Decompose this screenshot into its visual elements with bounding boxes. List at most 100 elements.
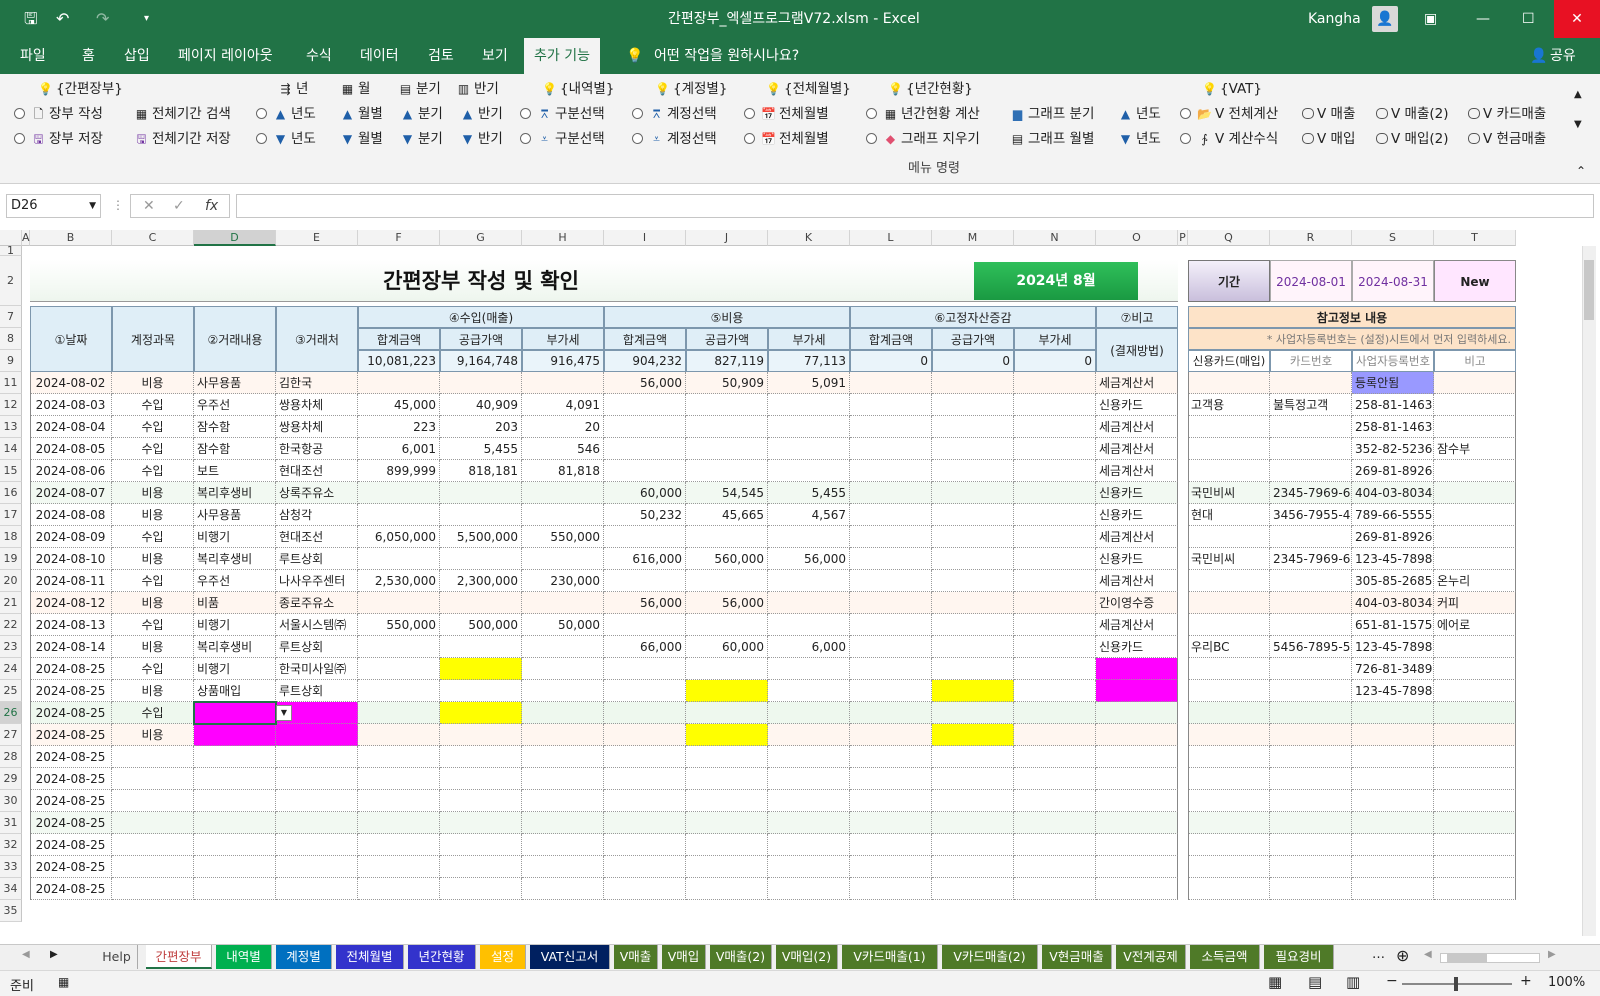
sheet-cell[interactable]: [1188, 746, 1270, 768]
sheet-cell[interactable]: [768, 614, 850, 636]
sheet-cell[interactable]: 2024-08-25: [30, 768, 112, 790]
sheet-cell[interactable]: 세금계산서: [1096, 526, 1178, 548]
sheet-cell[interactable]: [440, 856, 522, 878]
sheet-cell[interactable]: 신용카드: [1096, 548, 1178, 570]
zoom-in-icon[interactable]: +: [1520, 973, 1532, 989]
sheet-cell[interactable]: 5,500,000: [440, 526, 522, 548]
sheet-cell[interactable]: [1096, 702, 1178, 724]
sheet-cell[interactable]: [522, 504, 604, 526]
sheet-cell[interactable]: 2024-08-08: [30, 504, 112, 526]
sheet-cell[interactable]: 2345-7969-666: [1270, 482, 1352, 504]
sheet-cell[interactable]: 2024-08-25: [30, 834, 112, 856]
sheet-cell[interactable]: 세금계산서: [1096, 460, 1178, 482]
sheet-cell[interactable]: [1270, 834, 1352, 856]
sheet-cell[interactable]: [686, 680, 768, 702]
sheet-cell[interactable]: 비용: [112, 548, 194, 570]
sheet-cell[interactable]: [932, 372, 1014, 394]
sheet-cell[interactable]: [358, 790, 440, 812]
ribbon-display-icon[interactable]: ▣: [1424, 0, 1437, 38]
sheet-cell[interactable]: [522, 878, 604, 900]
cell-dropdown-button[interactable]: ▼: [276, 705, 292, 721]
row-header[interactable]: 32: [0, 834, 22, 856]
sheet-cell[interactable]: [932, 724, 1014, 746]
sheet-cell[interactable]: [932, 460, 1014, 482]
sheet-cell[interactable]: [686, 724, 768, 746]
sheet-cell[interactable]: [194, 812, 276, 834]
sheet-cell[interactable]: [1434, 702, 1516, 724]
sheet-cell[interactable]: 2,530,000: [358, 570, 440, 592]
sheet-cell[interactable]: [1270, 790, 1352, 812]
sheet-cell[interactable]: [194, 790, 276, 812]
sheet-cell[interactable]: [358, 768, 440, 790]
sheet-tab[interactable]: Help: [96, 945, 138, 969]
sheet-cell[interactable]: [604, 394, 686, 416]
column-header[interactable]: N: [1014, 230, 1096, 246]
sheet-cell[interactable]: [1352, 790, 1434, 812]
sheet-cell[interactable]: [932, 548, 1014, 570]
sheet-cell[interactable]: [522, 768, 604, 790]
sheet-cell[interactable]: [522, 592, 604, 614]
maximize-icon[interactable]: ☐: [1522, 0, 1535, 38]
radio[interactable]: [520, 108, 531, 119]
sheet-cell[interactable]: 현대: [1188, 504, 1270, 526]
sheet-cell[interactable]: 2024-08-25: [30, 658, 112, 680]
category-select-down-button[interactable]: ⩡ 구분선택: [520, 128, 605, 150]
sheet-cell[interactable]: 비품: [194, 592, 276, 614]
sheet-cell[interactable]: [522, 834, 604, 856]
sheet-cell[interactable]: 수입: [112, 394, 194, 416]
cancel-icon[interactable]: ✕: [143, 195, 155, 217]
sheet-cell[interactable]: [112, 746, 194, 768]
period-to-cell[interactable]: 2024-08-31: [1352, 260, 1434, 302]
row-header[interactable]: 16: [0, 482, 22, 504]
sheet-cell[interactable]: [1270, 878, 1352, 900]
row-header[interactable]: 21: [0, 592, 22, 614]
sheet-cell[interactable]: [440, 834, 522, 856]
row-header[interactable]: 29: [0, 768, 22, 790]
sheet-cell[interactable]: [1188, 878, 1270, 900]
column-header[interactable]: R: [1270, 230, 1352, 246]
v-cash-sales-button[interactable]: V 현금매출: [1468, 128, 1546, 150]
sheet-cell[interactable]: [194, 768, 276, 790]
sheet-cell[interactable]: [1096, 790, 1178, 812]
sheet-cell[interactable]: [1096, 746, 1178, 768]
zoom-out-icon[interactable]: −: [1386, 973, 1398, 989]
sheet-cell[interactable]: [932, 680, 1014, 702]
sheet-cell[interactable]: [1014, 878, 1096, 900]
column-header[interactable]: P: [1178, 230, 1188, 246]
tab-page-layout[interactable]: 페이지 레이아웃: [178, 38, 273, 74]
sheet-cell[interactable]: 세금계산서: [1096, 614, 1178, 636]
sheet-cell[interactable]: 온누리: [1434, 570, 1516, 592]
sheet-cell[interactable]: [1434, 636, 1516, 658]
sheet-cell[interactable]: [1434, 482, 1516, 504]
sheet-cell[interactable]: 우주선: [194, 394, 276, 416]
sheet-cell[interactable]: [1270, 614, 1352, 636]
sheet-cell[interactable]: [194, 746, 276, 768]
sheet-cell[interactable]: [1188, 768, 1270, 790]
sheet-cell[interactable]: [850, 702, 932, 724]
row-header[interactable]: 13: [0, 416, 22, 438]
fx-icon[interactable]: fx: [205, 195, 218, 217]
sheet-cell[interactable]: [112, 878, 194, 900]
sheet-tab[interactable]: V매입(2): [776, 945, 838, 969]
sheet-cell[interactable]: 국민비씨: [1188, 548, 1270, 570]
sheet-tab[interactable]: V매출: [614, 945, 658, 969]
sheet-cell[interactable]: [1014, 570, 1096, 592]
row-header[interactable]: 28: [0, 746, 22, 768]
sheet-cell[interactable]: 258-81-14635: [1352, 394, 1434, 416]
sheet-cell[interactable]: [522, 790, 604, 812]
sheet-cell[interactable]: [1434, 416, 1516, 438]
sheet-cell[interactable]: [440, 680, 522, 702]
sheet-cell[interactable]: [686, 790, 768, 812]
sheet-cell[interactable]: [1014, 680, 1096, 702]
sheet-cell[interactable]: [1014, 834, 1096, 856]
sheet-cell[interactable]: [1434, 548, 1516, 570]
sheet-cell[interactable]: [522, 812, 604, 834]
sheet-cell[interactable]: [932, 482, 1014, 504]
sheet-cell[interactable]: 81,818: [522, 460, 604, 482]
sheet-cell[interactable]: 보트: [194, 460, 276, 482]
next-sheet-icon[interactable]: ▶: [50, 949, 58, 960]
sheet-cell[interactable]: [850, 856, 932, 878]
sheet-cell[interactable]: [440, 790, 522, 812]
sheet-cell[interactable]: [440, 658, 522, 680]
column-header[interactable]: E: [276, 230, 358, 246]
